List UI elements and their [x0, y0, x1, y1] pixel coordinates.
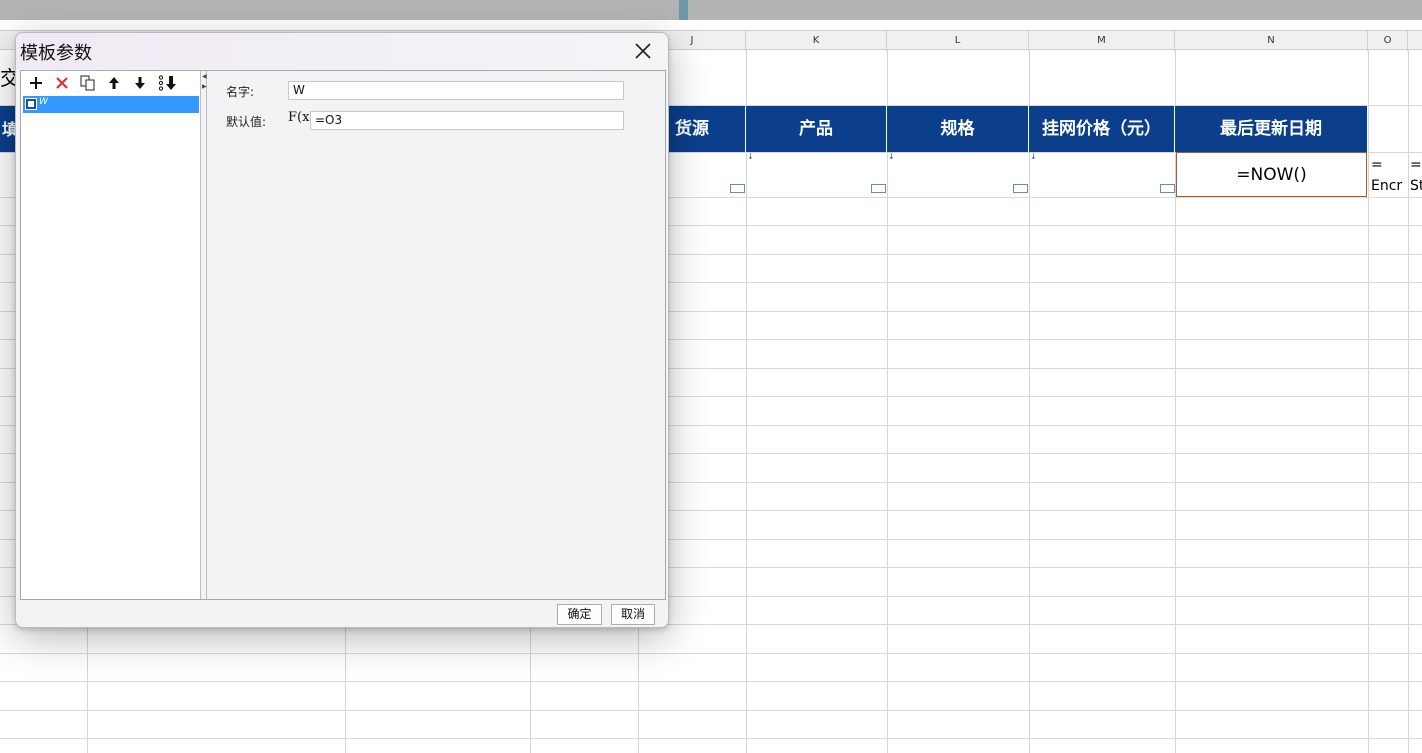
cell-p3-text-line2: St	[1410, 178, 1422, 194]
grid-row-line	[0, 710, 1422, 711]
grid-row-line	[0, 681, 1422, 682]
header-cell-product[interactable]: 产品	[746, 106, 887, 152]
cell-widget-icon[interactable]	[730, 184, 745, 193]
header-cell-update-date[interactable]: 最后更新日期	[1175, 106, 1368, 152]
top-toolbar-accent	[679, 0, 688, 20]
top-toolbar-strip	[0, 0, 1422, 20]
template-params-dialog: 模板参数 W ◀ ▶ 名字: W 默认值: F(x) =O3 确定 取消	[15, 32, 669, 628]
pane-splitter[interactable]: ◀ ▶	[201, 71, 207, 599]
arrow-down-icon[interactable]	[130, 73, 150, 93]
grid-row-line	[0, 653, 1422, 654]
dialog-title: 模板参数	[20, 43, 92, 64]
column-header-n[interactable]: N	[1175, 31, 1368, 51]
cell-widget-icon[interactable]	[871, 184, 886, 193]
splitter-right-arrow-icon[interactable]: ▶	[202, 83, 207, 90]
parameter-list-pane: W	[21, 71, 201, 599]
plus-icon[interactable]	[26, 73, 46, 93]
parameter-item-label: W	[39, 97, 48, 107]
name-input[interactable]: W	[288, 81, 624, 100]
cell-widget-icon[interactable]	[1013, 184, 1028, 193]
cell-o3-text-line2: Encr	[1371, 178, 1403, 194]
name-label: 名字:	[226, 85, 255, 99]
column-header-m[interactable]: M	[1029, 31, 1175, 51]
header-cell-spec[interactable]: 规格	[887, 106, 1029, 152]
default-value-input[interactable]: =O3	[310, 111, 624, 130]
ok-button[interactable]: 确定	[557, 604, 602, 625]
parameter-detail-pane: 名字: W 默认值: F(x) =O3	[208, 71, 665, 599]
arrow-up-icon[interactable]	[104, 73, 124, 93]
header-cell-price[interactable]: 挂网价格（元）	[1029, 106, 1175, 152]
copy-icon[interactable]	[78, 73, 98, 93]
parameter-list-item[interactable]: W	[23, 96, 199, 113]
dialog-title-bar[interactable]: 模板参数	[16, 33, 668, 69]
close-icon[interactable]	[630, 38, 656, 64]
parameter-toolbar	[21, 71, 201, 95]
sort-icon[interactable]	[156, 73, 180, 93]
dialog-body: W ◀ ▶ 名字: W 默认值: F(x) =O3	[20, 70, 666, 600]
cell-marker-icon: ↓	[1030, 152, 1037, 161]
cancel-button[interactable]: 取消	[611, 604, 655, 625]
cell-p3-text-line1: =I	[1410, 157, 1422, 173]
grid-column-line	[1408, 50, 1409, 753]
grid-row-line	[0, 738, 1422, 739]
column-header-o[interactable]: O	[1368, 31, 1408, 51]
column-header-l[interactable]: L	[887, 31, 1029, 51]
formula-cell-n3[interactable]: =NOW()	[1176, 152, 1367, 197]
cell-o3-text-line1: =	[1371, 157, 1383, 173]
cell-widget-icon[interactable]	[1160, 184, 1175, 193]
default-value-label: 默认值:	[226, 115, 267, 129]
grid-column-line	[1368, 50, 1369, 753]
cell-marker-icon: ↓	[747, 152, 754, 161]
cell-marker-icon: ↓	[888, 152, 895, 161]
column-header-k[interactable]: K	[746, 31, 887, 51]
delete-x-icon[interactable]	[52, 73, 72, 93]
parameter-icon	[25, 98, 37, 110]
splitter-left-arrow-icon[interactable]: ◀	[202, 73, 207, 80]
